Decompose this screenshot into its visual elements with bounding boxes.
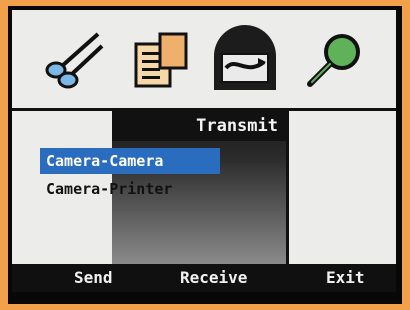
transmit-icon[interactable] — [208, 24, 282, 94]
documents-icon[interactable] — [120, 24, 194, 94]
option-list: Camera-Camera Camera-Printer — [40, 148, 220, 204]
softkey-bar: Send Receive Exit — [12, 264, 396, 292]
send-softkey[interactable]: Send — [74, 264, 113, 292]
receive-softkey[interactable]: Receive — [180, 264, 247, 292]
option-camera-camera[interactable]: Camera-Camera — [40, 148, 220, 174]
exit-softkey[interactable]: Exit — [326, 264, 365, 292]
menu-panel: Transmit Camera-Camera Camera-Printer — [12, 10, 396, 264]
option-camera-printer[interactable]: Camera-Printer — [40, 176, 220, 202]
menu-column-divider — [286, 111, 289, 264]
scissors-icon[interactable] — [38, 24, 112, 94]
magnifier-icon[interactable] — [296, 24, 370, 94]
toolbar — [12, 10, 396, 108]
menu-title: Transmit — [112, 111, 288, 141]
